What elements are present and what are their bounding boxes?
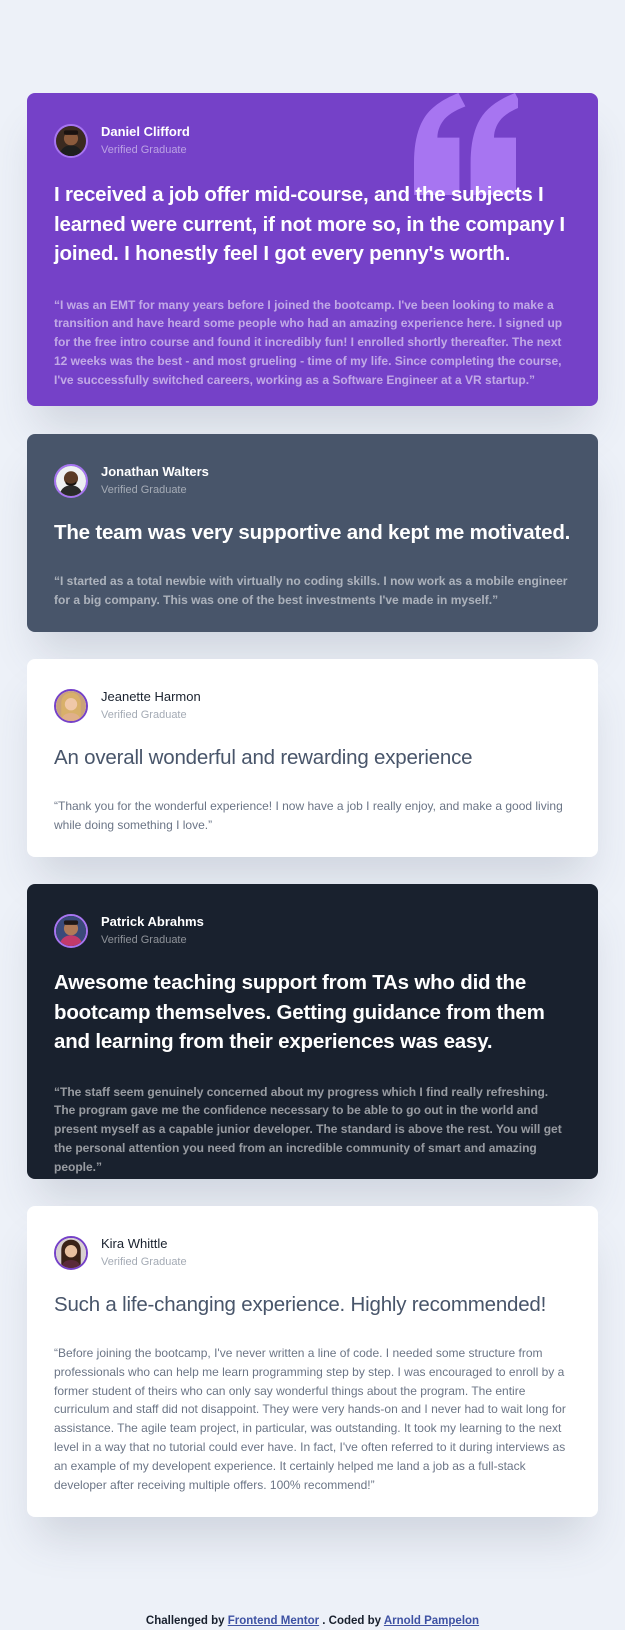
avatar (54, 123, 88, 158)
author-role: Verified Graduate (101, 144, 187, 156)
author: Kira Whittle Verified Graduate (54, 1235, 571, 1270)
testimonial-card-jeanette: Jeanette Harmon Verified Graduate An ove… (27, 659, 598, 857)
testimonial-quote: “The staff seem genuinely concerned abou… (54, 1084, 562, 1174)
avatar (54, 688, 88, 723)
author-name: Kira Whittle (101, 1236, 168, 1251)
author-role: Verified Graduate (101, 1256, 187, 1268)
author-role: Verified Graduate (101, 934, 187, 946)
testimonial-headline: Such a life-changing experience. Highly … (54, 1293, 547, 1316)
testimonial-card-kira: Kira Whittle Verified Graduate Such a li… (27, 1206, 598, 1517)
author-name: Jonathan Walters (101, 464, 209, 479)
footer-prefix: Challenged by (145, 1615, 225, 1627)
author-name: Patrick Abrahms (101, 914, 204, 929)
attribution-footer: Challenged by Frontend Mentor . Coded by… (0, 1615, 625, 1627)
author-role: Verified Graduate (101, 484, 187, 496)
author-name: Jeanette Harmon (101, 689, 201, 704)
footer-middle: . Coded by (322, 1615, 382, 1627)
author-name: Daniel Clifford (101, 124, 190, 139)
avatar (54, 913, 88, 948)
testimonial-quote: “I started as a total newbie with virtua… (54, 574, 568, 607)
testimonial-card-jonathan: Jonathan Walters Verified Graduate The t… (27, 434, 598, 632)
testimonial-quote: “I was an EMT for many years before I jo… (54, 297, 563, 387)
author: Patrick Abrahms Verified Graduate (54, 913, 571, 948)
testimonial-headline: An overall wonderful and rewarding exper… (54, 746, 473, 769)
author: Daniel Clifford Verified Graduate (54, 123, 571, 158)
testimonial-card-daniel: Daniel Clifford Verified Graduate I rece… (27, 93, 598, 406)
author-link[interactable]: Arnold Pampelon (384, 1615, 479, 1627)
avatar (54, 463, 88, 498)
author-role: Verified Graduate (101, 709, 187, 721)
testimonial-headline: Awesome teaching support from TAs who di… (54, 971, 545, 1053)
testimonial-headline: The team was very supportive and kept me… (54, 521, 571, 544)
author: Jonathan Walters Verified Graduate (54, 463, 571, 498)
testimonial-headline: I received a job offer mid-course, and t… (54, 183, 565, 265)
frontend-mentor-link[interactable]: Frontend Mentor (228, 1615, 319, 1627)
avatar (54, 1235, 88, 1270)
author: Jeanette Harmon Verified Graduate (54, 688, 571, 723)
testimonial-quote: “Thank you for the wonderful experience!… (54, 799, 563, 832)
testimonial-card-patrick: Patrick Abrahms Verified Graduate Awesom… (27, 884, 598, 1179)
testimonial-quote: “Before joining the bootcamp, I've never… (54, 1346, 566, 1492)
